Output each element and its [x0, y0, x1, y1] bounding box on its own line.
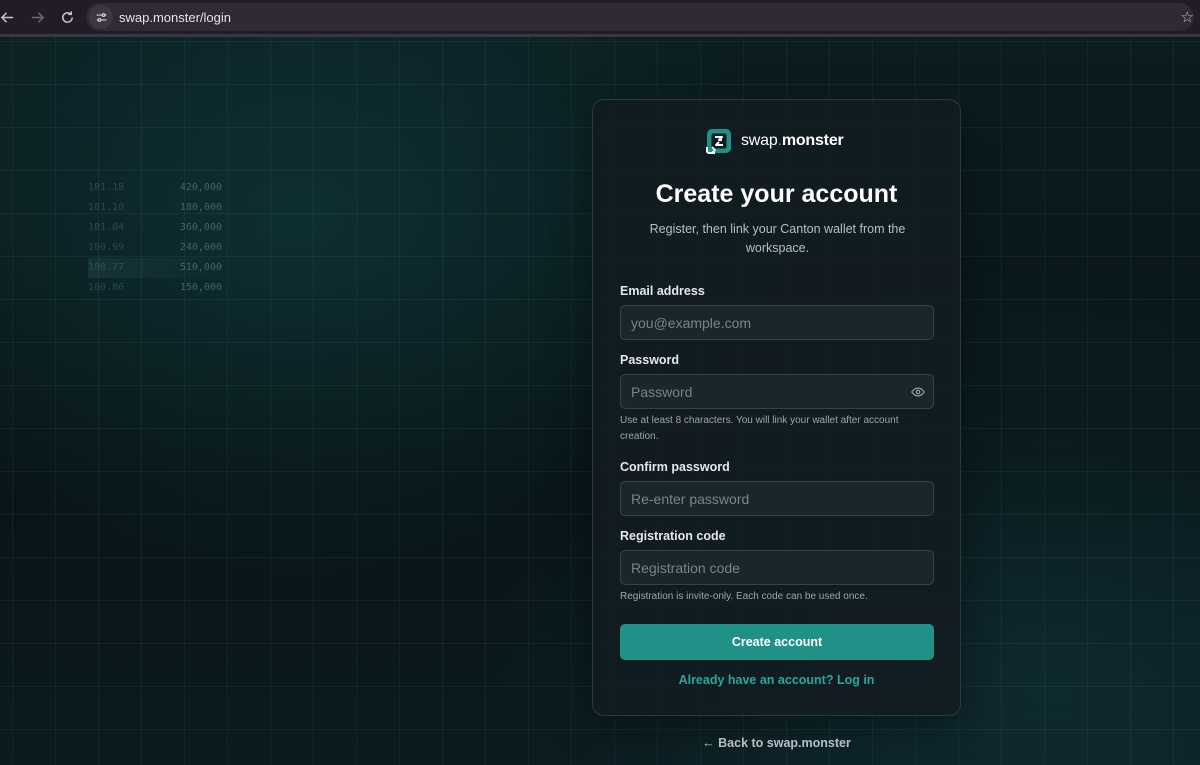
ticker-row: 101.10 180,000	[88, 198, 222, 218]
ticker-volume: 180,000	[179, 202, 222, 213]
page-background: 101.18 420,000 101.10 180,000 101.04 360…	[0, 37, 1200, 765]
background-ticker: 101.18 420,000 101.10 180,000 101.04 360…	[88, 178, 222, 298]
swap-logo-icon	[706, 129, 731, 154]
forward-button[interactable]	[22, 2, 52, 32]
brand-name: swap.monster	[741, 132, 844, 150]
registration-code-hint: Registration is invite-only. Each code c…	[620, 591, 868, 602]
email-field-wrapper	[620, 305, 934, 340]
ticker-row: 100.99 240,000	[88, 238, 222, 258]
login-link[interactable]: Already have an account? Log in	[593, 673, 960, 687]
ticker-volume: 360,000	[179, 222, 222, 233]
ticker-volume: 150,000	[179, 282, 222, 293]
back-to-home-link[interactable]: ← Back to swap.monster	[0, 736, 1200, 750]
page-title: Create your account	[655, 180, 898, 208]
create-account-button[interactable]: Create account	[620, 624, 934, 660]
ticker-row: 100.77 510,000	[88, 258, 222, 278]
registration-code-field-wrapper	[620, 550, 934, 585]
password-field-wrapper	[620, 374, 934, 409]
star-icon[interactable]: ☆	[1181, 8, 1194, 26]
ticker-price: 100.86	[88, 282, 125, 293]
page-subtitle: Register, then link your Canton wallet f…	[649, 222, 906, 255]
ticker-price: 101.04	[88, 222, 125, 233]
brand[interactable]: swap.monster	[705, 127, 844, 155]
ticker-row: 101.18 420,000	[88, 178, 222, 198]
arrow-left-icon	[0, 11, 13, 23]
ticker-row: 100.86 150,000	[88, 278, 222, 298]
registration-code-field[interactable]	[621, 551, 933, 584]
email-field[interactable]	[621, 306, 933, 339]
confirm-password-field[interactable]	[621, 482, 933, 515]
password-hint: Use at least 8 characters. You will link…	[620, 415, 899, 442]
ticker-row: 101.04 360,000	[88, 218, 222, 238]
ticker-price: 100.77	[88, 262, 125, 273]
ticker-volume: 510,000	[179, 262, 222, 273]
ticker-price: 100.99	[88, 242, 125, 253]
back-button[interactable]	[0, 2, 22, 32]
register-card: swap.monster Create your account Registe…	[592, 99, 961, 716]
reload-icon	[61, 10, 73, 23]
password-field[interactable]	[621, 375, 933, 408]
address-bar[interactable]: swap.monster/login ☆	[86, 3, 1194, 31]
tune-icon	[96, 12, 106, 22]
brand-name-part2: monster	[781, 132, 844, 149]
site-info-button[interactable]	[89, 5, 113, 29]
reload-button[interactable]	[52, 2, 82, 32]
ticker-price: 101.18	[88, 182, 125, 193]
arrow-right-icon	[31, 11, 44, 23]
brand-name-part1: swap	[741, 132, 778, 149]
registration-code-label: Registration code	[620, 529, 726, 543]
browser-toolbar: swap.monster/login ☆	[0, 0, 1200, 37]
email-label: Email address	[620, 284, 705, 298]
confirm-password-field-wrapper	[620, 481, 934, 516]
ticker-volume: 420,000	[179, 182, 222, 193]
ticker-price: 101.10	[88, 202, 125, 213]
eye-icon[interactable]	[911, 385, 925, 399]
url-text[interactable]: swap.monster/login	[119, 10, 231, 25]
confirm-password-label: Confirm password	[620, 460, 730, 474]
ticker-volume: 240,000	[179, 242, 222, 253]
password-label: Password	[620, 353, 680, 367]
